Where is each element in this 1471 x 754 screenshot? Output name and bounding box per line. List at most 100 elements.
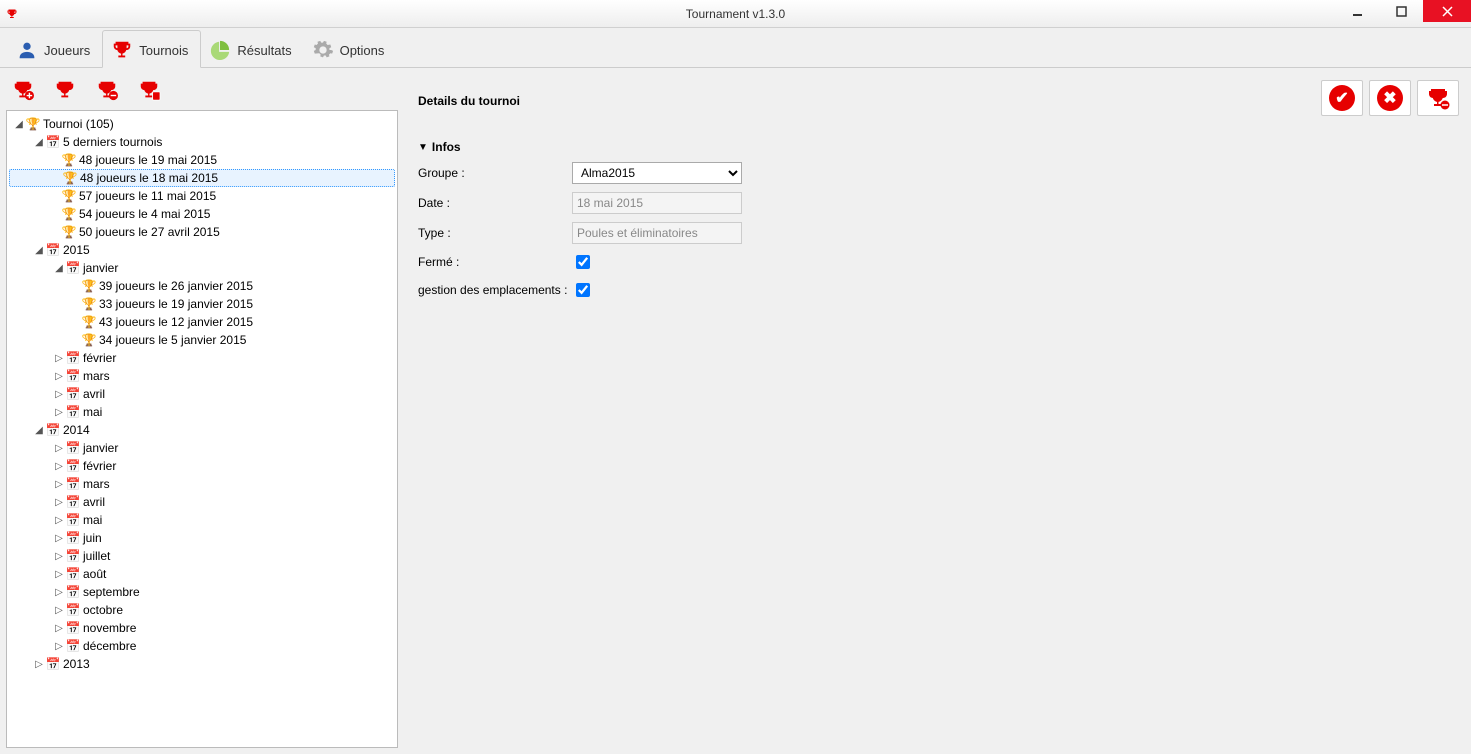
tree-month[interactable]: ▷📅juillet	[9, 547, 395, 565]
calendar-icon: 📅	[65, 261, 81, 275]
tournament-tree[interactable]: ◢ 🏆 Tournoi (105) ◢ 📅 5 derniers tournoi…	[6, 110, 398, 748]
calendar-icon: 📅	[65, 585, 81, 599]
calendar-icon: 📅	[65, 369, 81, 383]
title-bar: Tournament v1.3.0	[0, 0, 1471, 28]
cancel-button[interactable]: ✖	[1369, 80, 1411, 116]
tree-year-2015[interactable]: ◢📅2015	[9, 241, 395, 259]
check-icon: ✔	[1329, 85, 1355, 111]
tree-month[interactable]: ▷📅novembre	[9, 619, 395, 637]
tree-month[interactable]: ▷📅septembre	[9, 583, 395, 601]
tree-year-2013[interactable]: ▷📅2013	[9, 655, 395, 673]
tree-recent[interactable]: ◢ 📅 5 derniers tournois	[9, 133, 395, 151]
expand-icon[interactable]: ▷	[53, 569, 65, 580]
expand-icon[interactable]: ▷	[53, 605, 65, 616]
expand-icon[interactable]: ▷	[53, 587, 65, 598]
collapse-icon[interactable]: ◢	[33, 245, 45, 256]
gear-icon	[312, 39, 334, 61]
calendar-icon: 📅	[45, 135, 61, 149]
trophy-icon: 🏆	[61, 225, 77, 239]
tree-month[interactable]: ▷📅février	[9, 457, 395, 475]
ferme-checkbox[interactable]	[576, 255, 590, 269]
expand-icon[interactable]: ▷	[53, 551, 65, 562]
tree-item[interactable]: 🏆39 joueurs le 26 janvier 2015	[9, 277, 395, 295]
calendar-icon: 📅	[65, 549, 81, 563]
tree-label: novembre	[83, 621, 136, 635]
expand-icon[interactable]: ▷	[53, 371, 65, 382]
section-infos[interactable]: ▼ Infos	[418, 140, 1453, 154]
tree-item[interactable]: 🏆57 joueurs le 11 mai 2015	[9, 187, 395, 205]
expand-icon[interactable]: ▷	[33, 659, 45, 670]
tree-item[interactable]: 🏆50 joueurs le 27 avril 2015	[9, 223, 395, 241]
collapse-icon[interactable]: ◢	[33, 425, 45, 436]
expand-icon[interactable]: ▷	[53, 641, 65, 652]
expand-icon[interactable]: ▷	[53, 515, 65, 526]
tree-label: 48 joueurs le 19 mai 2015	[79, 153, 217, 167]
calendar-icon: 📅	[65, 531, 81, 545]
tree-month[interactable]: ▷📅octobre	[9, 601, 395, 619]
expand-icon[interactable]: ▷	[53, 443, 65, 454]
expand-icon[interactable]: ▷	[53, 479, 65, 490]
expand-icon[interactable]: ▷	[53, 497, 65, 508]
tree-item[interactable]: 🏆43 joueurs le 12 janvier 2015	[9, 313, 395, 331]
tree-month[interactable]: ▷📅janvier	[9, 439, 395, 457]
tree-month[interactable]: ▷📅avril	[9, 493, 395, 511]
tree-month[interactable]: ▷📅mars	[9, 367, 395, 385]
tree-month[interactable]: ▷📅mai	[9, 511, 395, 529]
tree-item[interactable]: 🏆48 joueurs le 19 mai 2015	[9, 151, 395, 169]
expand-icon[interactable]: ▷	[53, 353, 65, 364]
collapse-icon[interactable]: ◢	[53, 263, 65, 274]
tab-tournois[interactable]: Tournois	[102, 30, 201, 68]
tree-month[interactable]: ▷📅décembre	[9, 637, 395, 655]
details-title: Details du tournoi	[418, 94, 520, 108]
expand-icon[interactable]: ▷	[53, 461, 65, 472]
expand-icon[interactable]: ▷	[53, 623, 65, 634]
tree-root[interactable]: ◢ 🏆 Tournoi (105)	[9, 115, 395, 133]
trophy-icon: 🏆	[61, 153, 77, 167]
expand-icon[interactable]: ▷	[53, 533, 65, 544]
tab-label: Tournois	[139, 43, 188, 58]
tree-year-2014[interactable]: ◢📅2014	[9, 421, 395, 439]
confirm-button[interactable]: ✔	[1321, 80, 1363, 116]
tree-label: décembre	[83, 639, 136, 653]
tree-item-selected[interactable]: 🏆48 joueurs le 18 mai 2015	[9, 169, 395, 187]
expand-icon[interactable]: ▷	[53, 389, 65, 400]
calendar-icon: 📅	[65, 495, 81, 509]
calendar-icon: 📅	[45, 657, 61, 671]
tree-month[interactable]: ▷📅août	[9, 565, 395, 583]
close-button[interactable]	[1423, 0, 1471, 22]
trophy-icon: 🏆	[61, 189, 77, 203]
tree-month[interactable]: ▷📅mars	[9, 475, 395, 493]
tree-label: avril	[83, 387, 105, 401]
tree-month-janvier-2015[interactable]: ◢📅janvier	[9, 259, 395, 277]
tree-month[interactable]: ▷📅mai	[9, 403, 395, 421]
remove-tournament-button[interactable]	[1417, 80, 1459, 116]
expand-icon[interactable]: ▷	[53, 407, 65, 418]
tree-label: septembre	[83, 585, 140, 599]
edit-tournament-button[interactable]	[50, 78, 80, 102]
gestion-checkbox[interactable]	[576, 283, 590, 297]
collapse-icon[interactable]: ◢	[13, 119, 25, 130]
export-tournament-button[interactable]	[134, 78, 164, 102]
tree-label: Tournoi (105)	[43, 117, 114, 131]
tab-resultats[interactable]: Résultats	[201, 31, 303, 67]
tree-month[interactable]: ▷📅juin	[9, 529, 395, 547]
tab-options[interactable]: Options	[304, 31, 397, 67]
tree-item[interactable]: 🏆54 joueurs le 4 mai 2015	[9, 205, 395, 223]
tab-joueurs[interactable]: Joueurs	[8, 31, 102, 67]
tree-item[interactable]: 🏆34 joueurs le 5 janvier 2015	[9, 331, 395, 349]
calendar-icon: 📅	[45, 423, 61, 437]
type-field	[572, 222, 742, 244]
trophy-minus-icon	[1425, 86, 1451, 110]
add-tournament-button[interactable]	[8, 78, 38, 102]
tree-label: août	[83, 567, 106, 581]
tree-item[interactable]: 🏆33 joueurs le 19 janvier 2015	[9, 295, 395, 313]
calendar-icon: 📅	[65, 513, 81, 527]
tree-label: 33 joueurs le 19 janvier 2015	[99, 297, 253, 311]
tree-month[interactable]: ▷📅février	[9, 349, 395, 367]
groupe-select[interactable]: Alma2015	[572, 162, 742, 184]
maximize-button[interactable]	[1379, 0, 1423, 22]
collapse-icon[interactable]: ◢	[33, 137, 45, 148]
delete-tournament-button[interactable]	[92, 78, 122, 102]
minimize-button[interactable]	[1335, 0, 1379, 22]
tree-month[interactable]: ▷📅avril	[9, 385, 395, 403]
